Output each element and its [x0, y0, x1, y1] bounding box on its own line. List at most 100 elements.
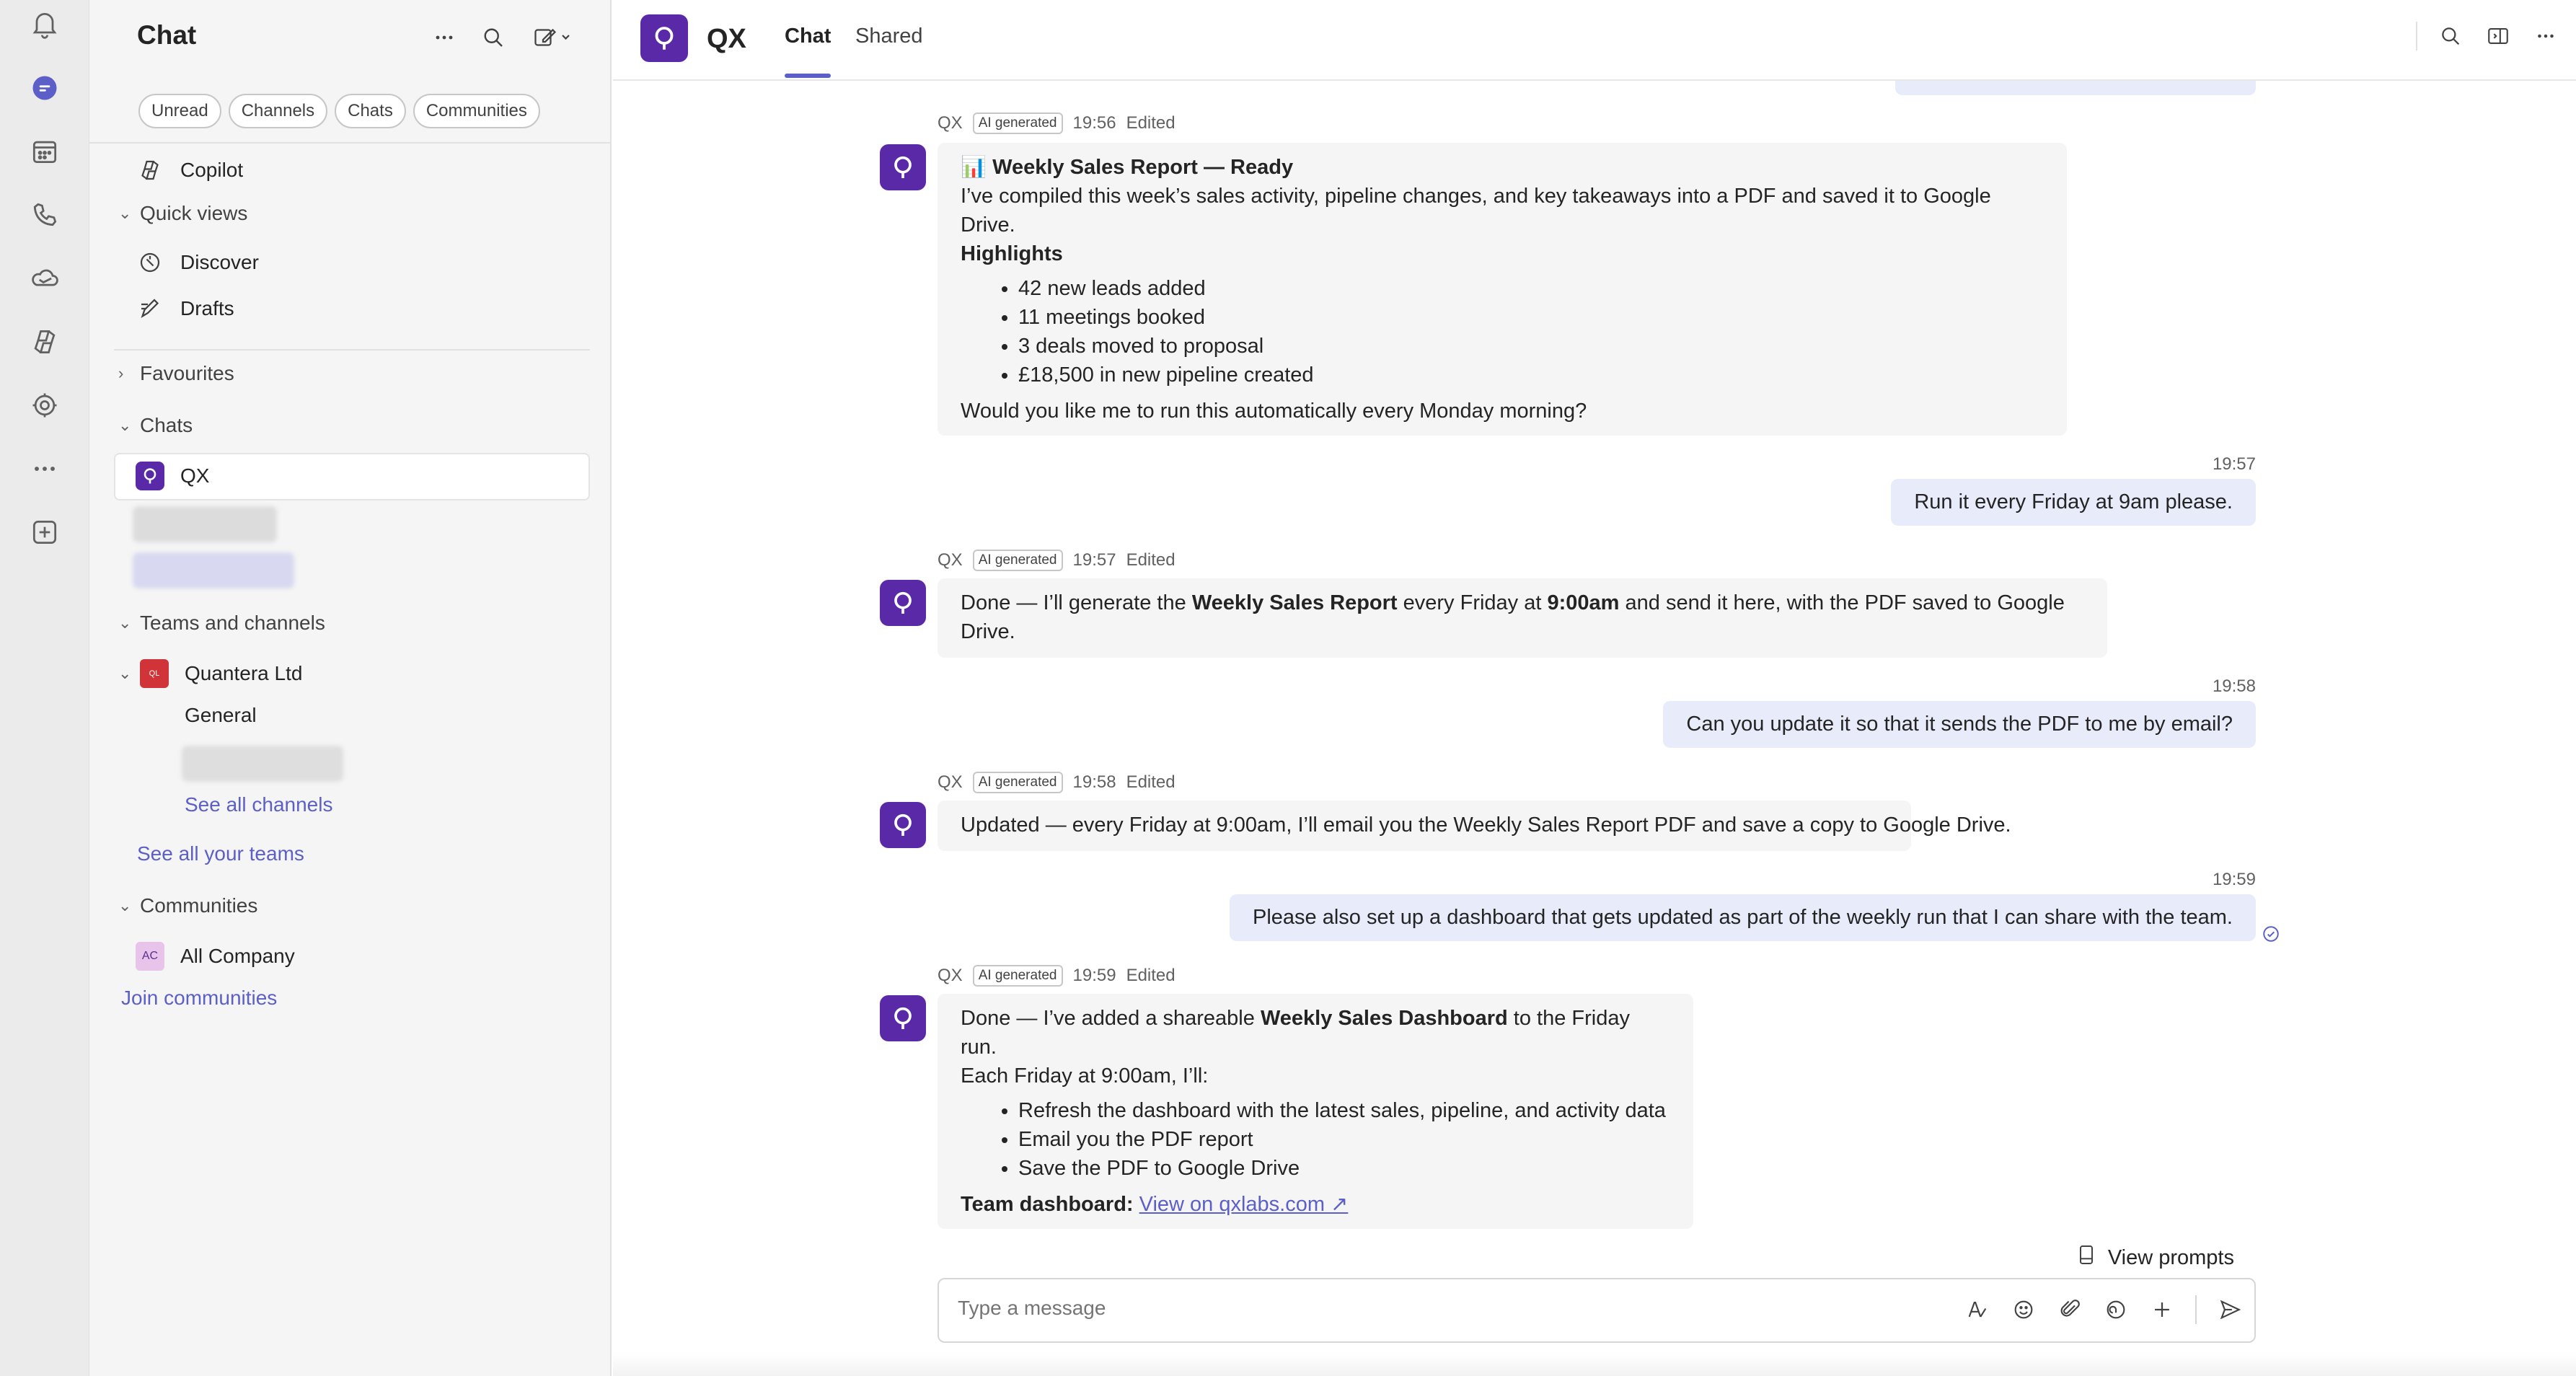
- edited-label: Edited: [1126, 550, 1175, 570]
- sender-name: QX: [938, 966, 963, 985]
- calendar-icon[interactable]: [26, 133, 63, 170]
- chevron-right-icon: ›: [118, 364, 124, 382]
- qx-avatar-icon[interactable]: [880, 144, 926, 190]
- bot-message[interactable]: Done — I’ll generate the Weekly Sales Re…: [938, 578, 2107, 658]
- divider: [114, 349, 590, 350]
- pane-title: Chat: [137, 20, 197, 50]
- add-icon[interactable]: [2149, 1297, 2175, 1323]
- search-icon[interactable]: [2436, 22, 2465, 50]
- qx-avatar-icon[interactable]: [880, 995, 926, 1041]
- previous-message-bubble: [1895, 81, 2256, 95]
- attach-icon[interactable]: [2057, 1297, 2083, 1323]
- tab-shared[interactable]: Shared: [855, 25, 923, 48]
- format-icon[interactable]: [1964, 1297, 1990, 1323]
- my-message[interactable]: Can you update it so that it sends the P…: [1663, 701, 2256, 748]
- nav-discover[interactable]: Discover: [136, 248, 259, 277]
- sender-name: QX: [938, 772, 963, 792]
- loop-icon[interactable]: [2103, 1297, 2129, 1323]
- see-all-channels-link[interactable]: See all channels: [185, 793, 332, 816]
- app-rail: [0, 0, 89, 1376]
- edited-label: Edited: [1126, 113, 1175, 133]
- ai-generated-badge: AI generated: [972, 550, 1063, 571]
- emoji-icon[interactable]: [2011, 1297, 2037, 1323]
- new-chat-icon[interactable]: [526, 22, 577, 53]
- divider: [2195, 1295, 2197, 1324]
- bell-icon[interactable]: [26, 6, 63, 43]
- view-prompts-label: View prompts: [2107, 1245, 2234, 1269]
- message-meta: QX AI generated 19:56 Edited: [938, 113, 1175, 134]
- qx-avatar-icon[interactable]: [640, 14, 688, 62]
- list-item: £18,500 in new pipeline created: [1018, 361, 2044, 389]
- more-options-icon[interactable]: [428, 22, 460, 53]
- message-text: Done — I’ve added a shareable: [961, 1007, 1261, 1030]
- message-input[interactable]: [958, 1297, 1823, 1320]
- bot-message[interactable]: Done — I’ve added a shareable Weekly Sal…: [938, 994, 1693, 1229]
- message-time: 19:59: [2212, 870, 2256, 889]
- section-teams-and-channels[interactable]: ⌄ Teams and channels: [118, 612, 325, 635]
- filter-channels[interactable]: Channels: [228, 94, 328, 128]
- send-icon[interactable]: [2217, 1297, 2243, 1323]
- bot-message[interactable]: 📊 Weekly Sales Report — Ready I’ve compi…: [938, 143, 2067, 436]
- section-favourites[interactable]: › Favourites: [118, 362, 234, 385]
- qx-avatar-icon[interactable]: [880, 580, 926, 626]
- message-text: Each Friday at 9:00am, I’ll:: [961, 1064, 1209, 1088]
- filter-pills: Unread Channels Chats Communities: [138, 94, 540, 128]
- nav-drafts[interactable]: Drafts: [136, 294, 234, 323]
- chevron-down-icon: ⌄: [118, 896, 132, 914]
- see-all-teams-link[interactable]: See all your teams: [137, 842, 304, 865]
- bot-message[interactable]: Updated — every Friday at 9:00am, I’ll e…: [938, 801, 2011, 851]
- more-options-icon[interactable]: [2531, 22, 2560, 50]
- add-app-icon[interactable]: [26, 513, 63, 551]
- dashboard-link[interactable]: View on qxlabs.com ↗: [1139, 1193, 1349, 1216]
- nav-copilot[interactable]: Copilot: [136, 156, 243, 185]
- message-text: Would you like me to run this automatica…: [961, 400, 1587, 423]
- filter-unread[interactable]: Unread: [138, 94, 221, 128]
- section-quick-views-label: Quick views: [140, 202, 248, 224]
- list-item: 11 meetings booked: [1018, 303, 2044, 332]
- community-all-company[interactable]: AC All Company: [136, 942, 295, 971]
- view-prompts-button[interactable]: View prompts: [2075, 1243, 2234, 1272]
- onedrive-icon[interactable]: [26, 260, 63, 297]
- list-item: Email you the PDF report: [1018, 1125, 1670, 1154]
- divider: [89, 142, 612, 144]
- my-message[interactable]: Run it every Friday at 9am please.: [1891, 479, 2256, 526]
- chevron-down-icon: ⌄: [118, 664, 132, 682]
- message-meta: QX AI generated 19:59 Edited: [938, 965, 1175, 987]
- my-message[interactable]: Please also set up a dashboard that gets…: [1229, 894, 2256, 941]
- seen-check-icon: [2262, 925, 2280, 943]
- message-text: I’ve compiled this week’s sales activity…: [961, 185, 1991, 237]
- conversation-header: QX Chat Shared: [613, 0, 2576, 81]
- team-quantera[interactable]: ⌄ QL Quantera Ltd: [118, 659, 302, 688]
- chevron-down-icon: ⌄: [118, 204, 132, 222]
- phone-icon[interactable]: [26, 196, 63, 234]
- sender-name: QX: [938, 550, 963, 570]
- section-quick-views[interactable]: ⌄ Quick views: [118, 202, 247, 225]
- section-chats[interactable]: ⌄ Chats: [118, 414, 193, 437]
- more-icon[interactable]: [26, 450, 63, 488]
- redacted-chat-item: [133, 552, 294, 588]
- message-text: Done — I’ll generate the: [961, 591, 1192, 614]
- nav-drafts-label: Drafts: [180, 297, 234, 319]
- search-icon[interactable]: [477, 22, 509, 53]
- community-name: All Company: [180, 945, 295, 967]
- message-bold: 9:00am: [1547, 591, 1620, 614]
- chat-list-pane: Chat Unread Channels Chats Communities C…: [89, 0, 612, 1376]
- steps-list: Refresh the dashboard with the latest sa…: [1018, 1096, 1670, 1183]
- chat-icon[interactable]: [26, 69, 63, 107]
- join-communities-link[interactable]: Join communities: [121, 987, 277, 1010]
- message-time: 19:58: [1072, 772, 1116, 792]
- message-time: 19:57: [2212, 454, 2256, 474]
- copilot-icon[interactable]: [26, 323, 63, 361]
- chat-item-qx[interactable]: QX: [136, 462, 209, 490]
- section-communities[interactable]: ⌄ Communities: [118, 894, 257, 917]
- tab-chat[interactable]: Chat: [785, 25, 831, 48]
- channel-general[interactable]: General: [185, 704, 257, 727]
- apps-icon[interactable]: [26, 387, 63, 424]
- filter-chats[interactable]: Chats: [335, 94, 406, 128]
- side-panel-icon[interactable]: [2484, 22, 2513, 50]
- filter-communities[interactable]: Communities: [413, 94, 540, 128]
- section-teams-label: Teams and channels: [140, 612, 325, 634]
- dashboard-label: Team dashboard:: [961, 1193, 1134, 1216]
- nav-copilot-label: Copilot: [180, 159, 244, 181]
- qx-avatar-icon[interactable]: [880, 802, 926, 848]
